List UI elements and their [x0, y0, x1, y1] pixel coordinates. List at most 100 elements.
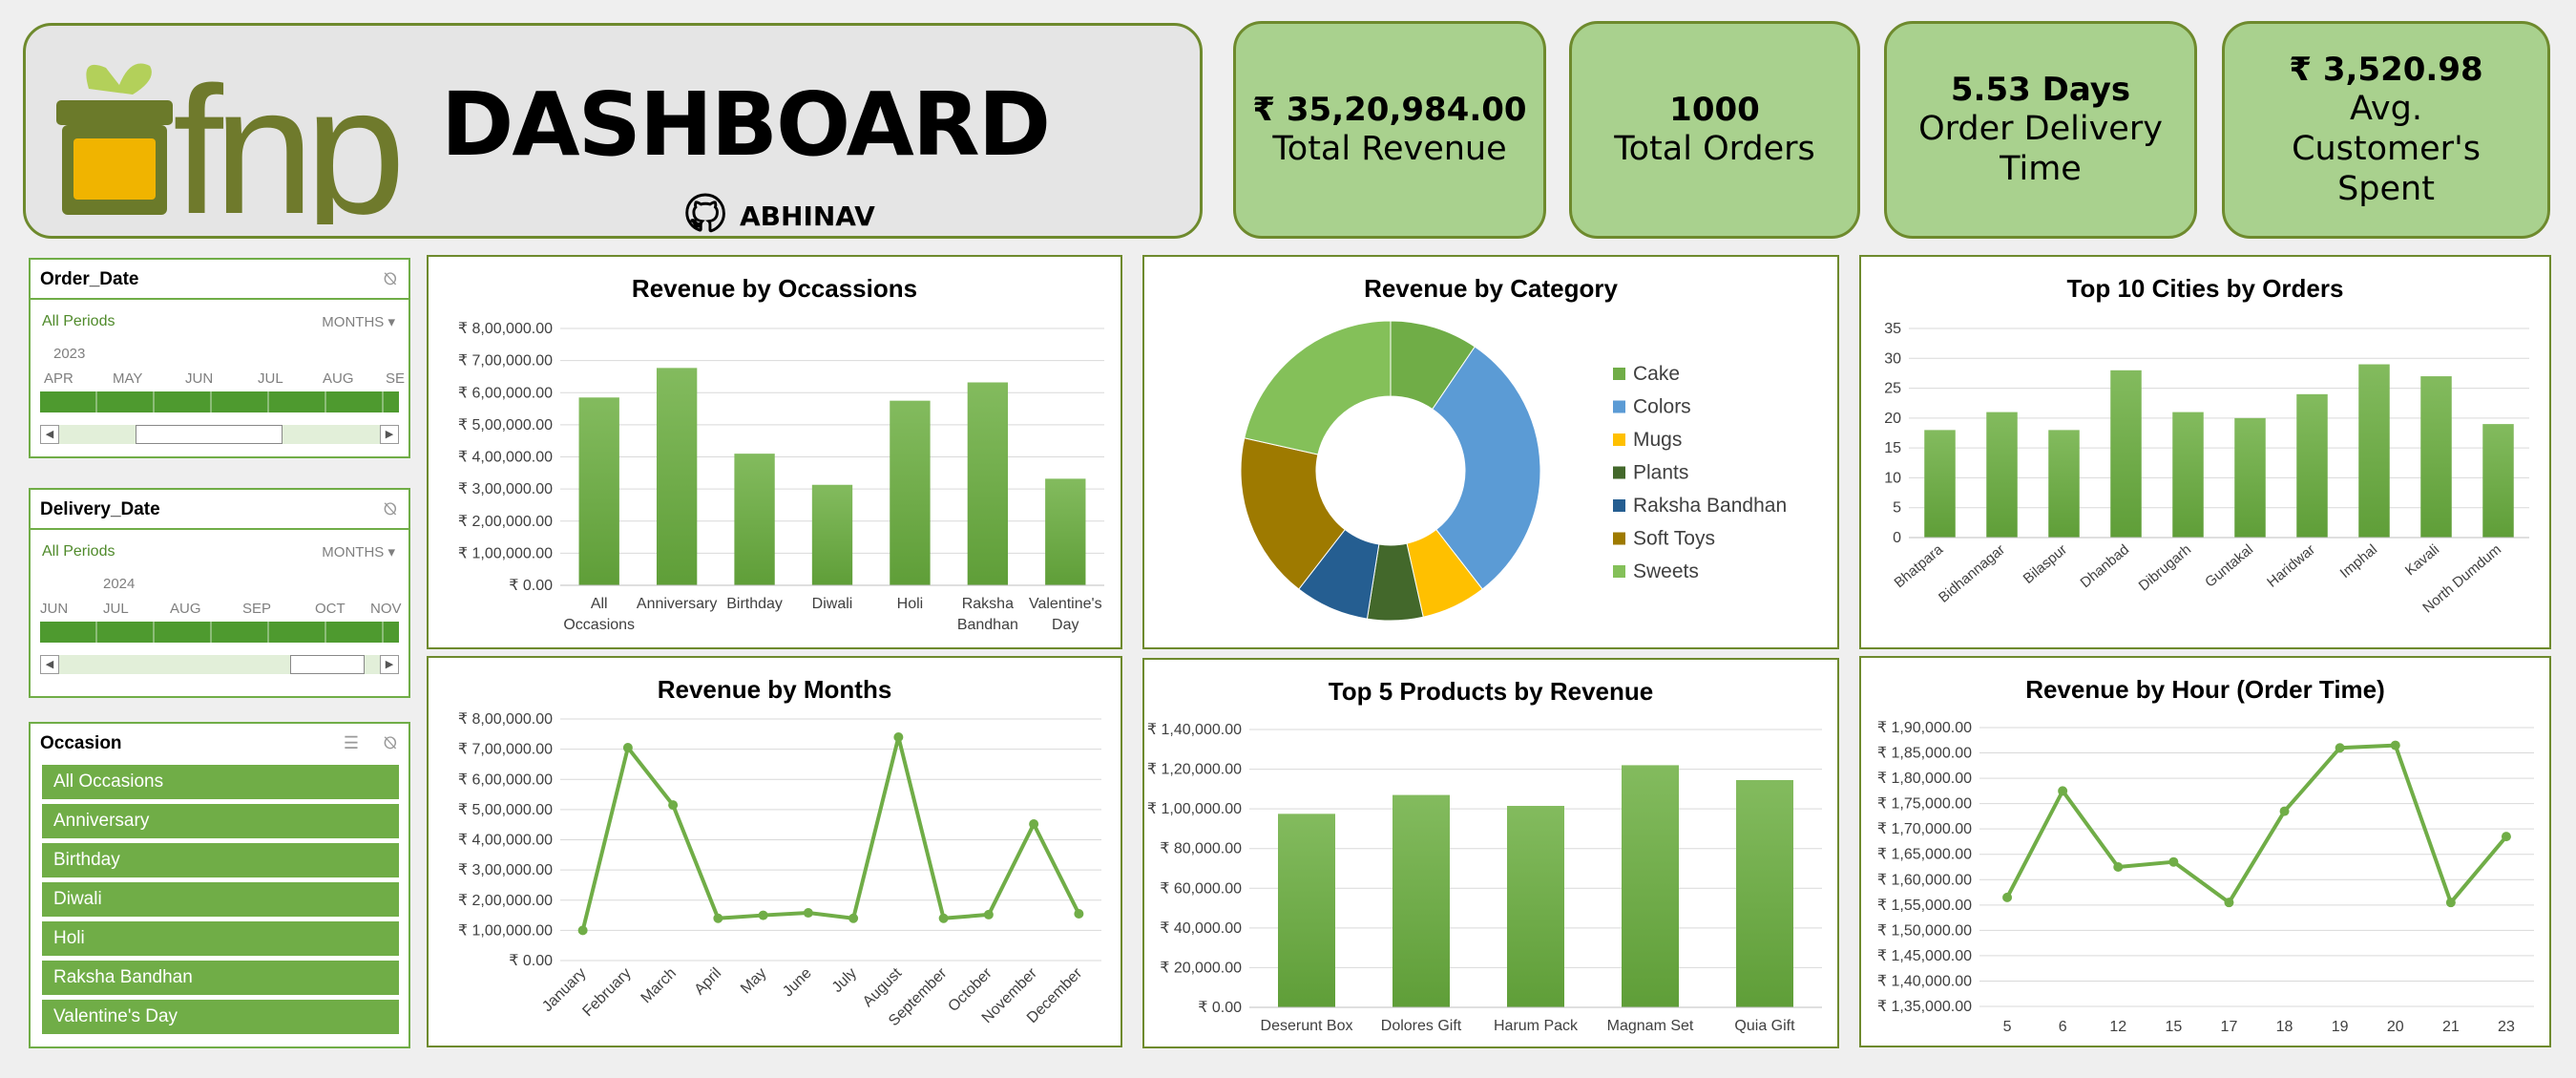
timeline-months: JUN JUL AUG SEP OCT NOV: [40, 601, 402, 620]
time-level-label: MONTHS: [322, 314, 385, 330]
timeline-selection-bar[interactable]: [40, 622, 399, 643]
kpi-total-orders: 1000 Total Orders: [1569, 21, 1860, 239]
data-point: [2501, 832, 2511, 842]
y-tick-label: ₹ 8,00,000.00: [458, 321, 553, 337]
y-tick-label: ₹ 3,00,000.00: [458, 481, 553, 497]
dashboard-title: DASHBOARD: [441, 74, 1051, 176]
kpi-value: 1000: [1669, 91, 1760, 129]
occasion-item[interactable]: Diwali: [42, 882, 399, 917]
legend-label: Plants: [1633, 462, 1688, 484]
scroll-left-icon[interactable]: ◀: [40, 425, 59, 444]
timeline-month: JUN: [40, 601, 69, 617]
kpi-label: Total Revenue: [1272, 130, 1507, 168]
x-tick-label: 15: [2165, 1019, 2182, 1035]
products-bar-chart: ₹ 0.00 ₹ 20,000.00 ₹ 40,000.00 ₹ 60,000.00 ₹…: [1147, 722, 1822, 1034]
data-point: [577, 925, 588, 936]
kpi-total-revenue: ₹ 35,20,984.00 Total Revenue: [1233, 21, 1546, 239]
header-banner: fnp DASHBOARD ABHINAV: [23, 23, 1203, 239]
legend-swatch: [1613, 565, 1625, 578]
legend-label: Soft Toys: [1633, 528, 1715, 550]
x-tick-label: Imphal: [2337, 541, 2380, 581]
occasions-bar-chart: ₹ 0.00 ₹ 1,00,000.00 ₹ 2,00,000.00 ₹ 3,00,0…: [458, 321, 1104, 633]
y-tick-label: ₹ 5,00,000.00: [458, 417, 553, 433]
legend-label: Colors: [1633, 396, 1691, 418]
data-point: [2113, 862, 2124, 872]
occasion-item[interactable]: All Occasions: [42, 765, 399, 799]
multi-select-icon[interactable]: ☰: [344, 733, 359, 753]
legend-label: Raksha Bandhan: [1633, 495, 1787, 517]
bar: [2172, 412, 2204, 538]
clear-filter-icon[interactable]: ⦰: [384, 733, 397, 753]
delivery-date-slicer[interactable]: Delivery_Date ⦰ All Periods MONTHS ▾ 202…: [29, 488, 410, 698]
timeline-month: JUL: [258, 370, 283, 387]
timeline-scrollbar[interactable]: ◀ ▶: [40, 655, 399, 674]
bar: [2110, 370, 2142, 538]
x-tick-label: Occasions: [563, 617, 635, 633]
category-chart-panel: Revenue by Category Cake Colors Mugs Plants…: [1142, 255, 1839, 649]
products-chart-panel: Top 5 Products by Revenue ₹ 0.00 ₹ 20,000…: [1142, 658, 1839, 1048]
x-tick-label: February: [579, 965, 634, 1020]
x-tick-label: Quia Gift: [1734, 1018, 1795, 1034]
occasion-item[interactable]: Birthday: [42, 843, 399, 877]
y-tick-label: ₹ 0.00: [509, 578, 553, 594]
y-tick-label: ₹ 1,00,000.00: [1147, 801, 1242, 817]
timeline-selection-bar[interactable]: [40, 391, 399, 412]
bar: [2048, 430, 2080, 538]
y-tick-label: 10: [1884, 470, 1901, 486]
data-point: [2224, 898, 2234, 908]
x-tick-label: Bhatpara: [1891, 541, 1946, 592]
timeline-month: SEP: [242, 601, 272, 617]
x-tick-label: 6: [2059, 1019, 2067, 1035]
time-level-dropdown[interactable]: MONTHS ▾: [322, 313, 395, 330]
scroll-right-icon[interactable]: ▶: [380, 655, 399, 674]
all-periods-link[interactable]: All Periods: [42, 543, 115, 560]
x-tick-label: All: [591, 596, 608, 612]
y-tick-label: ₹ 1,35,000.00: [1877, 999, 1972, 1015]
occasion-item[interactable]: Holi: [42, 921, 399, 956]
scroll-thumb[interactable]: [136, 425, 283, 444]
timeline-scrollbar[interactable]: ◀ ▶: [40, 425, 399, 444]
chevron-down-icon: ▾: [387, 314, 395, 330]
y-tick-label: ₹ 4,00,000.00: [458, 833, 553, 849]
timeline-year: 2023: [53, 346, 86, 362]
y-tick-label: ₹ 40,000.00: [1160, 920, 1242, 937]
y-tick-label: ₹ 6,00,000.00: [458, 385, 553, 401]
y-tick-label: ₹ 0.00: [1198, 1000, 1242, 1016]
y-tick-label: ₹ 20,000.00: [1160, 960, 1242, 976]
data-point: [2168, 856, 2179, 867]
occasion-item[interactable]: Anniversary: [42, 804, 399, 838]
y-tick-label: ₹ 1,65,000.00: [1877, 847, 1972, 863]
scroll-right-icon[interactable]: ▶: [380, 425, 399, 444]
occasion-item[interactable]: Raksha Bandhan: [42, 961, 399, 995]
clear-filter-icon[interactable]: ⦰: [384, 499, 397, 519]
series-line: [580, 734, 1081, 931]
kpi-delivery-time: 5.53 Days Order Delivery Time: [1884, 21, 2197, 239]
timeline-month: SE: [386, 370, 406, 387]
bar: [811, 484, 853, 585]
y-tick-label: ₹ 1,80,000.00: [1877, 771, 1972, 787]
data-point: [713, 913, 723, 923]
data-point: [1074, 908, 1084, 919]
x-tick-label: Bilaspur: [2021, 541, 2070, 587]
all-periods-link[interactable]: All Periods: [42, 313, 115, 330]
github-icon: [685, 193, 725, 233]
bar: [2482, 424, 2514, 538]
occasion-item[interactable]: Valentine's Day: [42, 1000, 399, 1034]
y-tick-label: ₹ 2,00,000.00: [458, 514, 553, 530]
bar: [1045, 478, 1086, 585]
author-name: ABHINAV: [740, 200, 875, 232]
order-date-slicer[interactable]: Order_Date ⦰ All Periods MONTHS ▾ 2023 A…: [29, 258, 410, 458]
scroll-left-icon[interactable]: ◀: [40, 655, 59, 674]
x-tick-label: Dolores Gift: [1381, 1018, 1462, 1034]
occasion-slicer[interactable]: Occasion ☰ ⦰ All Occasions Anniversary B…: [29, 722, 410, 1048]
data-point: [2445, 898, 2456, 908]
x-tick-label: Holi: [897, 596, 924, 612]
clear-filter-icon[interactable]: ⦰: [384, 269, 397, 289]
time-level-dropdown[interactable]: MONTHS ▾: [322, 543, 395, 560]
timeline-month: NOV: [370, 601, 402, 617]
chevron-down-icon: ▾: [387, 544, 395, 560]
data-point: [2335, 743, 2345, 753]
legend-label: Mugs: [1633, 429, 1682, 451]
scroll-thumb[interactable]: [290, 655, 365, 674]
data-point: [803, 908, 813, 919]
